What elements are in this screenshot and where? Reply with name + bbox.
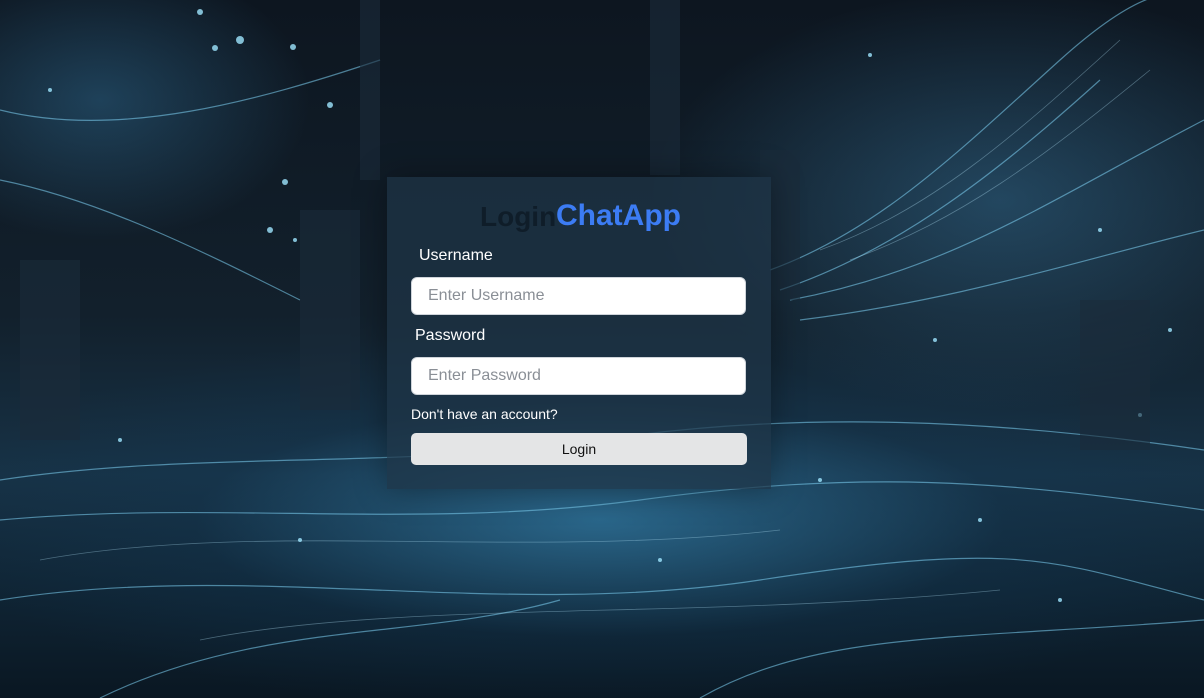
password-label: Password (415, 327, 486, 344)
login-card: Login ChatApp Username Password Don't ha… (387, 177, 771, 489)
app-title: ChatApp (556, 199, 681, 232)
password-input[interactable] (411, 357, 746, 395)
login-button[interactable]: Login (411, 433, 747, 465)
username-input[interactable] (411, 277, 746, 315)
register-link[interactable]: Don't have an account? (411, 406, 558, 422)
login-heading-ghost: Login (480, 201, 557, 232)
username-label: Username (419, 247, 493, 264)
